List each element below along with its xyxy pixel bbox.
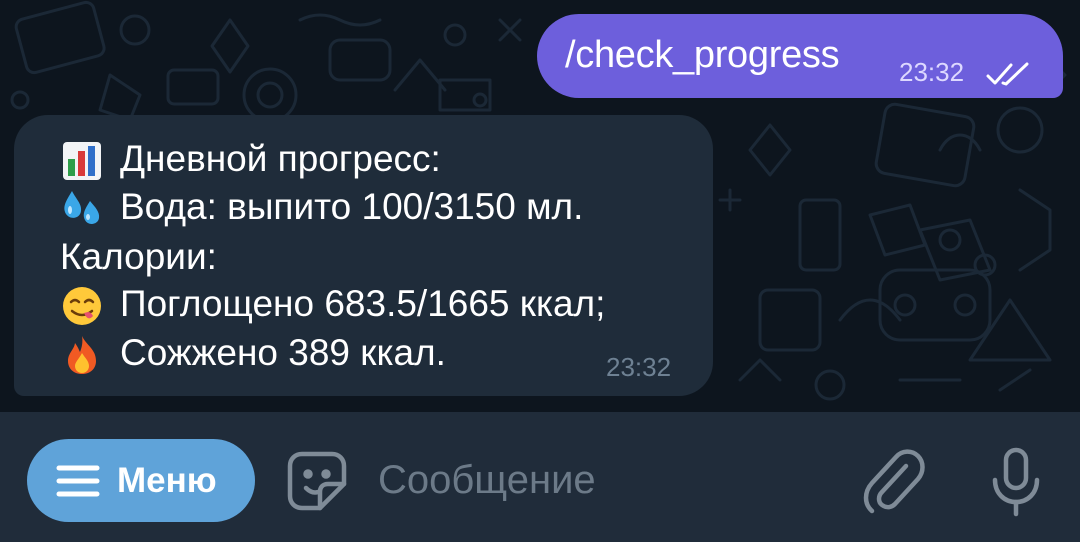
message-line-2: Вода: выпито 100/3150 мл. [120,186,584,227]
incoming-message-time: 23:32 [606,352,672,382]
message-input[interactable] [378,452,818,508]
incoming-message-bubble[interactable]: Дневной прогресс: Вода: выпито 100/3150 … [14,115,713,396]
message-line-5: Сожжено 389 ккал. [120,332,446,373]
face-savoring-food-emoji [63,287,101,325]
message-line-4: Поглощено 683.5/1665 ккал; [120,283,606,324]
bar-chart-emoji [63,142,101,180]
outgoing-message-text: /check_progress [565,34,840,76]
outgoing-message-bubble[interactable]: /check_progress 23:32 [537,14,1063,98]
menu-button-label: Меню [117,461,217,500]
outgoing-message-time: 23:32 [899,57,965,87]
fire-emoji [68,336,96,374]
double-check-icon [986,62,1029,86]
menu-icon [56,465,100,497]
sticker-icon[interactable] [284,448,350,514]
message-input-bar: Меню [0,412,1080,542]
chat-area[interactable]: /check_progress 23:32 Дневной прогресс: … [0,0,1080,412]
menu-button[interactable]: Меню [27,439,255,522]
paperclip-icon[interactable] [860,446,926,516]
sweat-droplets-emoji [64,191,100,224]
message-line-3: Калории: [60,236,217,277]
microphone-icon[interactable] [986,446,1046,518]
message-line-1: Дневной прогресс: [120,138,441,179]
